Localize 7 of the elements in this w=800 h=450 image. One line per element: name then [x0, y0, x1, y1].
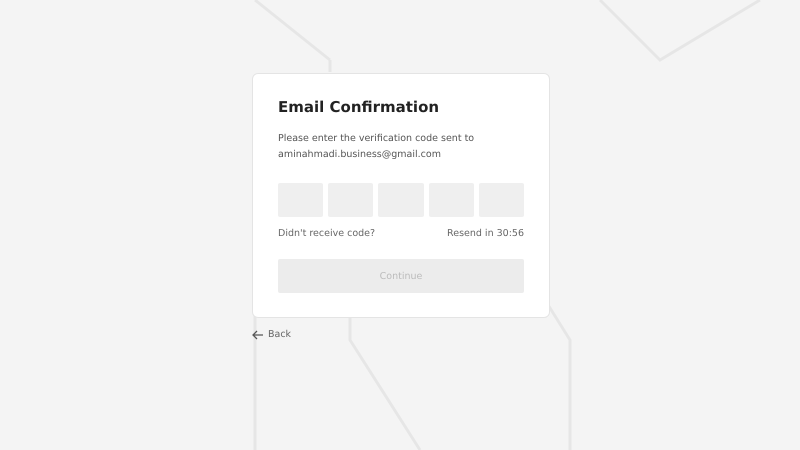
- resend-timer: Resend in 30:56: [447, 228, 524, 239]
- email-address: aminahmadi.business@gmail.com: [278, 148, 442, 162]
- back-arrow-icon: [252, 330, 264, 340]
- back-link[interactable]: Back: [252, 329, 292, 340]
- card-title: Email Confirmation: [278, 98, 440, 116]
- instruction-text: Please enter the verification code sent to: [278, 132, 476, 146]
- resend-prompt: Didn't receive code?: [278, 228, 376, 239]
